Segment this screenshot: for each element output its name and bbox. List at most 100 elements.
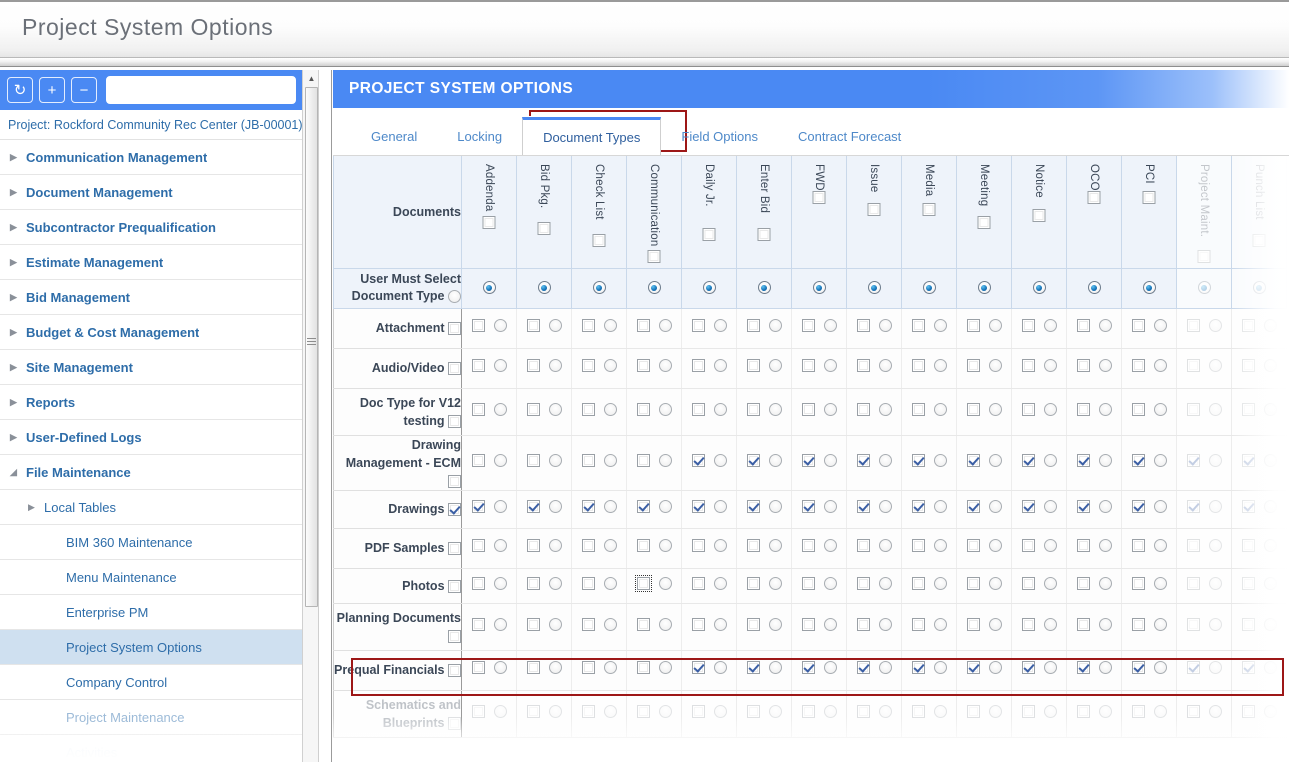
- grid-cell[interactable]: [461, 490, 517, 529]
- cell-radio[interactable]: [1098, 359, 1112, 372]
- cell-radio[interactable]: [603, 617, 617, 631]
- grid-cell[interactable]: [901, 348, 957, 389]
- cell-radio[interactable]: [768, 319, 782, 332]
- cell-checkbox[interactable]: [801, 359, 815, 372]
- cell-radio[interactable]: [933, 539, 947, 552]
- cell-radio[interactable]: [1263, 453, 1277, 467]
- cell-radio[interactable]: [768, 617, 782, 631]
- cell-radio[interactable]: [493, 453, 507, 467]
- cell-checkbox[interactable]: [801, 319, 815, 332]
- cell-radio[interactable]: [1043, 539, 1057, 552]
- cell-checkbox[interactable]: [636, 500, 650, 513]
- cell-radio[interactable]: [713, 576, 727, 590]
- sidebar-item-estimate-management[interactable]: ▶ Estimate Management: [0, 245, 318, 280]
- cell-checkbox[interactable]: [801, 704, 815, 718]
- cell-radio[interactable]: [1043, 576, 1057, 590]
- cell-checkbox[interactable]: [471, 576, 485, 590]
- column-header-checkbox[interactable]: [537, 221, 551, 235]
- grid-cell[interactable]: [571, 690, 627, 738]
- grid-cell[interactable]: [571, 490, 627, 529]
- sidebar-scrollbar[interactable]: ▲: [302, 70, 319, 762]
- column-header-daily-jr[interactable]: Daily Jr.: [681, 156, 737, 269]
- grid-cell[interactable]: [1176, 603, 1232, 651]
- cell-checkbox[interactable]: [636, 319, 650, 332]
- cell-radio[interactable]: [1263, 617, 1277, 631]
- cell-checkbox[interactable]: [1131, 402, 1145, 416]
- cell-checkbox[interactable]: [1186, 617, 1200, 631]
- column-header-checkbox[interactable]: [702, 228, 716, 242]
- user-must-select-column-radio[interactable]: [647, 281, 661, 295]
- sidebar-item-subcontractor-prequalification[interactable]: ▶ Subcontractor Prequalification: [0, 210, 318, 245]
- cell-radio[interactable]: [1153, 359, 1167, 372]
- cell-checkbox[interactable]: [746, 402, 760, 416]
- caret-right-icon[interactable]: ▶: [28, 502, 44, 512]
- cell-radio[interactable]: [933, 661, 947, 674]
- grid-cell[interactable]: [681, 490, 737, 529]
- grid-cell[interactable]: [516, 490, 572, 529]
- cell-radio[interactable]: [603, 539, 617, 552]
- cell-radio[interactable]: [1208, 359, 1222, 372]
- cell-radio[interactable]: [1208, 704, 1222, 718]
- caret-down-icon[interactable]: ◢: [10, 467, 26, 477]
- grid-cell[interactable]: [956, 528, 1012, 569]
- tab-locking[interactable]: Locking: [437, 117, 522, 155]
- grid-cell[interactable]: [1066, 435, 1122, 491]
- cell-checkbox[interactable]: [636, 539, 650, 552]
- column-header-checkbox[interactable]: [757, 228, 771, 242]
- cell-checkbox[interactable]: [856, 576, 870, 590]
- cell-radio[interactable]: [493, 576, 507, 590]
- user-must-select-column-radio[interactable]: [1087, 281, 1101, 295]
- user-must-select-cell[interactable]: [681, 268, 737, 309]
- cell-radio[interactable]: [1153, 319, 1167, 332]
- grid-cell[interactable]: [1066, 650, 1122, 691]
- column-header-bid-pkg[interactable]: Bid Pkg.: [516, 156, 572, 269]
- cell-checkbox[interactable]: [526, 402, 540, 416]
- sidebar-item-user-defined-logs[interactable]: ▶ User-Defined Logs: [0, 420, 318, 455]
- grid-cell[interactable]: [1231, 650, 1287, 691]
- cell-radio[interactable]: [1208, 500, 1222, 513]
- column-header-meeting[interactable]: Meeting: [956, 156, 1012, 269]
- user-must-select-cell[interactable]: [736, 268, 792, 309]
- cell-checkbox[interactable]: [581, 539, 595, 552]
- grid-cell[interactable]: [681, 388, 737, 436]
- grid-cell[interactable]: [1231, 435, 1287, 491]
- grid-cell[interactable]: [1121, 435, 1177, 491]
- cell-radio[interactable]: [1043, 319, 1057, 332]
- cell-radio[interactable]: [933, 500, 947, 513]
- column-header-pci[interactable]: PCI: [1121, 156, 1177, 269]
- grid-cell[interactable]: [461, 388, 517, 436]
- grid-cell[interactable]: [736, 650, 792, 691]
- cell-radio[interactable]: [1208, 402, 1222, 416]
- cell-checkbox[interactable]: [526, 500, 540, 513]
- user-must-select-cell[interactable]: [1066, 268, 1122, 309]
- cell-radio[interactable]: [603, 402, 617, 416]
- cell-radio[interactable]: [878, 539, 892, 552]
- grid-cell[interactable]: [846, 388, 902, 436]
- grid-cell[interactable]: [626, 568, 682, 604]
- caret-right-icon[interactable]: ▶: [10, 327, 26, 337]
- cell-checkbox[interactable]: [1241, 500, 1255, 513]
- sidebar-item-enterprise-pm[interactable]: Enterprise PM: [0, 595, 318, 630]
- cell-radio[interactable]: [493, 539, 507, 552]
- grid-cell[interactable]: [1176, 650, 1232, 691]
- cell-checkbox[interactable]: [1076, 539, 1090, 552]
- grid-cell[interactable]: [1231, 528, 1287, 569]
- grid-cell[interactable]: [681, 568, 737, 604]
- cell-radio[interactable]: [1153, 617, 1167, 631]
- user-must-select-cell[interactable]: [571, 268, 627, 309]
- cell-checkbox[interactable]: [911, 576, 925, 590]
- cell-radio[interactable]: [1098, 576, 1112, 590]
- cell-checkbox[interactable]: [581, 500, 595, 513]
- column-header-check-list[interactable]: Check List: [571, 156, 627, 269]
- cell-radio[interactable]: [823, 402, 837, 416]
- cell-radio[interactable]: [1263, 402, 1277, 416]
- cell-radio[interactable]: [603, 319, 617, 332]
- sidebar-item-communication-management[interactable]: ▶ Communication Management: [0, 140, 318, 175]
- cell-checkbox[interactable]: [1186, 661, 1200, 674]
- cell-radio[interactable]: [1208, 453, 1222, 467]
- cell-radio[interactable]: [1043, 661, 1057, 674]
- grid-cell[interactable]: [736, 528, 792, 569]
- cell-radio[interactable]: [603, 704, 617, 718]
- grid-cell[interactable]: [516, 308, 572, 349]
- cell-checkbox[interactable]: [1241, 539, 1255, 552]
